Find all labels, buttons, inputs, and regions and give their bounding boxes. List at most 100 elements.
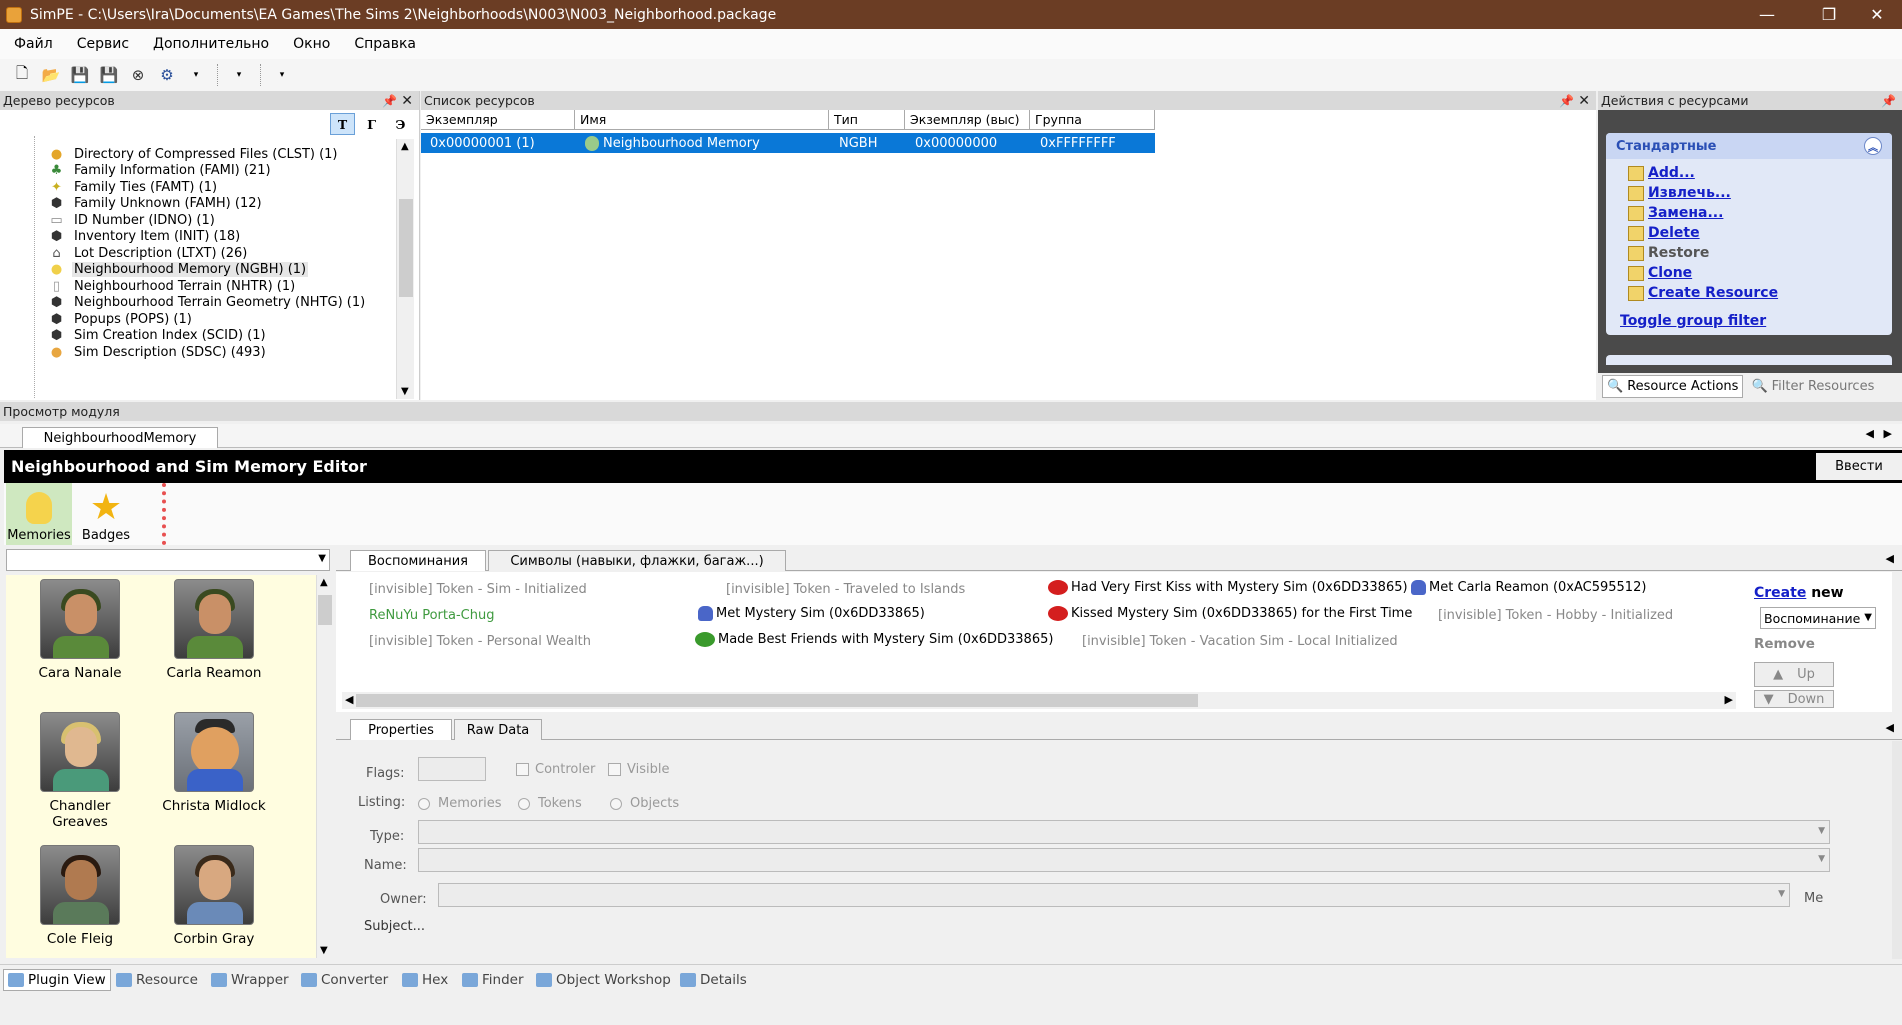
maximize-button[interactable]: ❐ xyxy=(1806,0,1852,29)
memory-item[interactable]: Kissed Mystery Sim (0x6DD33865) for the … xyxy=(1048,606,1412,621)
memory-item[interactable]: Met Carla Reamon (0xAC595512) xyxy=(1411,580,1646,595)
flags-input[interactable] xyxy=(418,757,486,781)
pin-icon[interactable]: 📌 xyxy=(1881,94,1896,108)
tree-mode-instance-toggle[interactable]: Э xyxy=(388,113,413,135)
sim-item[interactable]: Carla Reamon xyxy=(154,579,274,681)
col-type[interactable]: Тип xyxy=(829,110,905,130)
scroll-down-icon[interactable]: ▼ xyxy=(401,386,409,397)
extract-link[interactable]: Извлечь... xyxy=(1628,185,1731,201)
sim-item[interactable]: Cara Nanale xyxy=(20,579,140,681)
sim-scroll-thumb[interactable] xyxy=(318,595,332,625)
side-scrollbar[interactable] xyxy=(1892,572,1902,712)
close-panel-icon[interactable]: ✕ xyxy=(1578,93,1590,109)
down-button[interactable]: ▼ Down xyxy=(1754,690,1834,708)
restore-link[interactable]: Restore xyxy=(1628,245,1709,261)
memory-item[interactable]: Had Very First Kiss with Mystery Sim (0x… xyxy=(1048,580,1408,595)
scroll-right-icon[interactable]: ▶ xyxy=(1725,693,1733,706)
memory-item[interactable]: [invisible] Token - Hobby - Initialized xyxy=(1438,608,1673,623)
menu-window[interactable]: Окно xyxy=(283,36,340,52)
table-row[interactable]: 0x00000001 (1) Neighbourhood Memory NGBH… xyxy=(421,133,1155,153)
sim-item[interactable]: Christa Midlock xyxy=(154,712,274,814)
resource-tab[interactable]: Resource xyxy=(112,969,202,991)
tab-scroll-right-icon[interactable]: ▶ xyxy=(1884,427,1892,440)
hex-tab[interactable]: Hex xyxy=(398,969,452,991)
clone-link[interactable]: Clone xyxy=(1628,265,1692,281)
neighbourhood-memory-tab[interactable]: NeighbourhoodMemory xyxy=(22,427,218,448)
converter-tab[interactable]: Converter xyxy=(297,969,392,991)
settings-icon[interactable]: ⚙ xyxy=(155,63,179,87)
pin-icon[interactable]: 📌 xyxy=(1559,94,1574,108)
add-link[interactable]: Add... xyxy=(1628,165,1695,181)
plugin-view-tab[interactable]: Plugin View xyxy=(3,969,111,991)
new-file-icon[interactable]: 🗋 xyxy=(10,63,34,87)
memories-tab[interactable]: Воспоминания xyxy=(350,550,486,571)
col-group[interactable]: Группа xyxy=(1030,110,1155,130)
open-folder-icon[interactable]: 📂 xyxy=(39,63,63,87)
tokens-radio[interactable]: Tokens xyxy=(518,796,582,811)
close-file-icon[interactable]: ⊗ xyxy=(126,63,150,87)
sim-list-scrollbar[interactable]: ▲ ▼ xyxy=(316,575,332,958)
toggle-group-filter-link[interactable]: Toggle group filter xyxy=(1620,313,1766,329)
properties-scrollbar[interactable] xyxy=(1892,741,1902,959)
collapse-icon[interactable]: ︽ xyxy=(1864,137,1882,155)
sim-filter-dropdown[interactable]: ▼ xyxy=(6,549,330,571)
memory-hscrollbar[interactable]: ◀ ▶ xyxy=(342,692,1736,709)
symbols-tab[interactable]: Символы (навыки, флажки, багаж...) xyxy=(488,550,786,571)
wrapper-tab[interactable]: Wrapper xyxy=(207,969,293,991)
memory-item[interactable]: Made Best Friends with Mystery Sim (0x6D… xyxy=(695,632,1053,647)
col-name[interactable]: Имя xyxy=(575,110,829,130)
filter-resources-tab[interactable]: 🔍 Filter Resources xyxy=(1747,375,1878,398)
tab-scroll-left-icon[interactable]: ◀ xyxy=(1886,721,1894,734)
menu-service[interactable]: Сервис xyxy=(67,36,139,52)
save-icon[interactable]: 💾 xyxy=(68,63,92,87)
close-window-button[interactable]: ✕ xyxy=(1854,0,1900,29)
create-link[interactable]: Create xyxy=(1754,585,1806,601)
tree-mode-group-toggle[interactable]: Γ xyxy=(359,113,384,135)
col-instance[interactable]: Экземпляр xyxy=(421,110,575,130)
toolbar-overflow2-icon[interactable]: ▾ xyxy=(227,63,251,87)
menu-file[interactable]: Файл xyxy=(4,36,63,52)
raw-data-tab[interactable]: Raw Data xyxy=(454,719,542,740)
memory-item[interactable]: [invisible] Token - Personal Wealth xyxy=(369,634,591,649)
type-dropdown[interactable]: ▼ xyxy=(418,820,1830,844)
enter-button[interactable]: Ввести xyxy=(1816,453,1902,480)
tree-scroll-thumb[interactable] xyxy=(399,199,413,297)
scroll-up-icon[interactable]: ▲ xyxy=(320,577,328,588)
tab-scroll-left-icon[interactable]: ◀ xyxy=(1866,427,1874,440)
memory-item[interactable]: [invisible] Token - Vacation Sim - Local… xyxy=(1082,634,1398,649)
objects-radio[interactable]: Objects xyxy=(610,796,679,811)
toolbar-overflow3-icon[interactable]: ▾ xyxy=(270,63,294,87)
up-button[interactable]: ▲ Up xyxy=(1754,662,1834,687)
visible-checkbox[interactable]: Visible xyxy=(608,762,669,777)
tree-mode-type-toggle[interactable]: T xyxy=(330,113,355,135)
delete-link[interactable]: Delete xyxy=(1628,225,1700,241)
name-dropdown[interactable]: ▼ xyxy=(418,848,1830,872)
tree-scrollbar[interactable]: ▲ ▼ xyxy=(396,139,414,399)
memory-item[interactable]: [invisible] Token - Traveled to Islands xyxy=(726,582,965,597)
memory-type-dropdown[interactable]: Воспоминание ▼ xyxy=(1760,607,1876,629)
remove-link[interactable]: Remove xyxy=(1754,636,1815,652)
controler-checkbox[interactable]: Controler xyxy=(516,762,595,777)
properties-tab[interactable]: Properties xyxy=(350,719,452,740)
memories-mode-button[interactable]: Memories xyxy=(6,483,72,545)
pin-icon[interactable]: 📌 xyxy=(382,94,397,108)
replace-link[interactable]: Замена... xyxy=(1628,205,1723,221)
sim-item[interactable]: Cole Fleig xyxy=(20,845,140,947)
sim-item[interactable]: Corbin Gray xyxy=(154,845,274,947)
col-instance-high[interactable]: Экземпляр (выс) xyxy=(905,110,1030,130)
tab-scroll-left-icon[interactable]: ◀ xyxy=(1886,552,1894,565)
tree-item[interactable]: ● Sim Description (SDSC) (493) xyxy=(48,342,268,362)
memories-radio[interactable]: Memories xyxy=(418,796,502,811)
sim-item[interactable]: Chandler Greaves xyxy=(20,712,140,830)
scroll-down-icon[interactable]: ▼ xyxy=(320,945,328,956)
finder-tab[interactable]: Finder xyxy=(458,969,528,991)
memory-item[interactable]: Met Mystery Sim (0x6DD33865) xyxy=(698,606,925,621)
standard-actions-title[interactable]: Стандартные ︽ xyxy=(1606,133,1892,159)
badges-mode-button[interactable]: ★ Badges xyxy=(76,483,136,545)
scroll-left-icon[interactable]: ◀ xyxy=(345,693,353,706)
save-as-icon[interactable]: 💾 xyxy=(97,63,121,87)
memory-item[interactable]: ReNuYu Porta-Chug xyxy=(369,608,494,623)
create-resource-link[interactable]: Create Resource xyxy=(1628,285,1778,301)
details-tab[interactable]: Details xyxy=(676,969,751,991)
minimize-button[interactable]: — xyxy=(1744,0,1790,29)
